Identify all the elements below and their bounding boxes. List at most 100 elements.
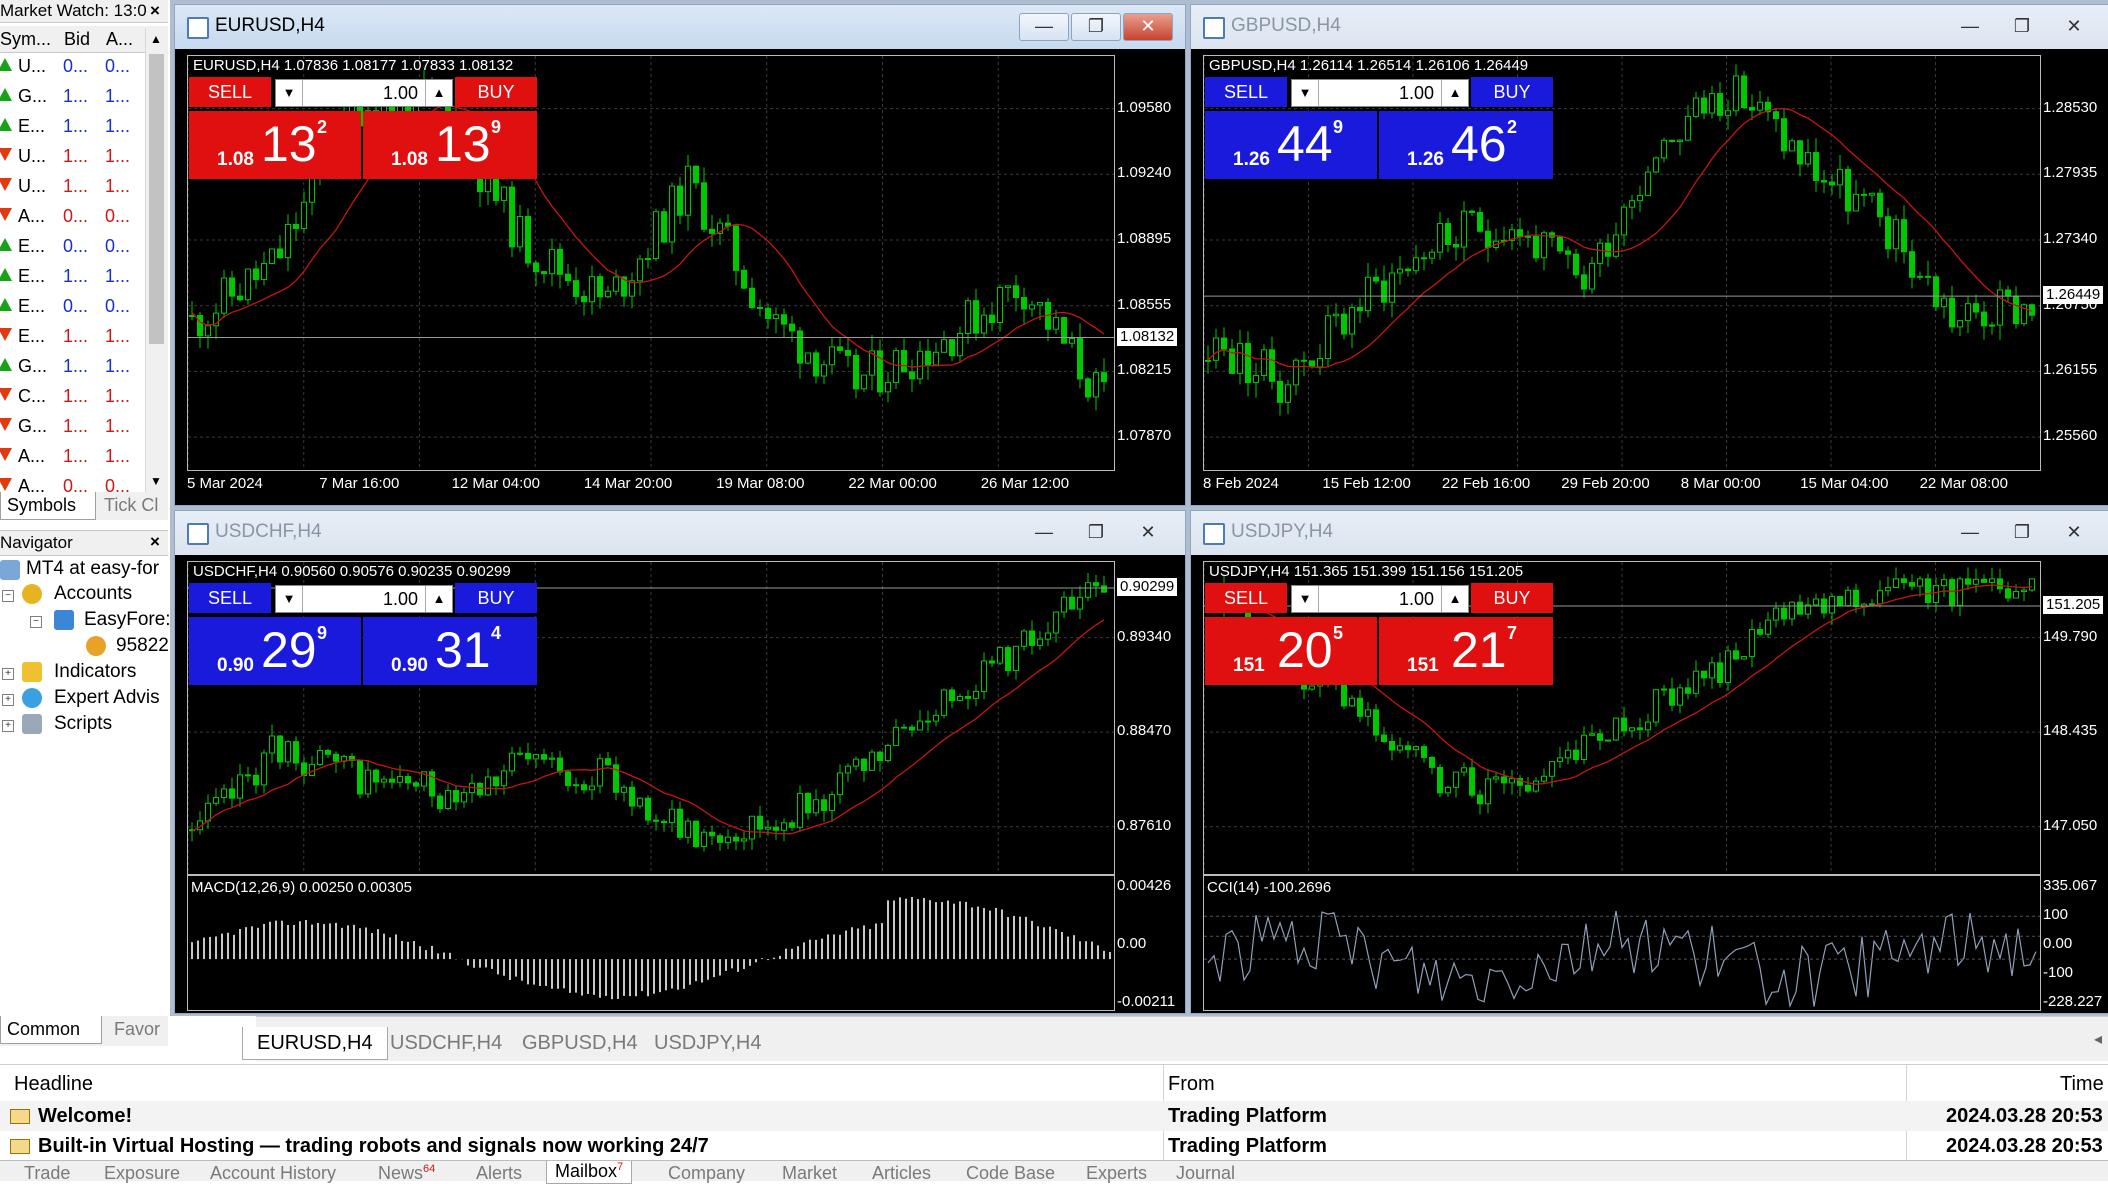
chart-tab-usdchf[interactable]: USDCHF,H4 (376, 1027, 516, 1059)
message-row[interactable]: Built-in Virtual Hosting — trading robot… (0, 1131, 2108, 1161)
tab-experts[interactable]: Experts (1086, 1163, 1147, 1184)
buy-price-button[interactable]: 1.08 13 9 (363, 111, 537, 179)
tab-common[interactable]: Common (0, 1016, 102, 1044)
tab-trade[interactable]: Trade (24, 1163, 70, 1184)
chart-titlebar[interactable]: USDCHF,H4 — ❐ ✕ (175, 511, 1185, 555)
close-icon[interactable]: ✕ (2049, 519, 2099, 547)
lot-spin-up-icon[interactable]: ▲ (1441, 80, 1468, 106)
chart-tab-usdjpy[interactable]: USDJPY,H4 (640, 1027, 775, 1059)
tab-journal[interactable]: Journal (1176, 1163, 1235, 1184)
market-watch-row[interactable]: A... 1... 1... (0, 442, 145, 472)
lot-size-input[interactable]: ▼ 1.00 ▲ (275, 585, 453, 613)
market-watch-row[interactable]: U... 1... 1... (0, 142, 145, 172)
chart-titlebar[interactable]: USDJPY,H4 — ❐ ✕ (1191, 511, 2108, 555)
buy-button[interactable]: BUY (1471, 77, 1553, 107)
market-watch-row[interactable]: E... 1... 1... (0, 112, 145, 142)
chart-window-usdjpy[interactable]: USDJPY,H4 — ❐ ✕ USDJPY,H4 151.365 151.399 15… (1190, 510, 2108, 1032)
expand-icon[interactable]: + (2, 720, 14, 732)
col-ask-header[interactable]: A... (106, 29, 133, 50)
maximize-icon[interactable]: ❐ (1997, 13, 2047, 41)
sell-price-button[interactable]: 1.08 13 2 (189, 111, 361, 179)
market-watch-row[interactable]: A... 0... 0... (0, 202, 145, 232)
market-watch-row[interactable]: G... 1... 1... (0, 352, 145, 382)
market-watch-row[interactable]: E... 0... 0... (0, 232, 145, 262)
col-symbol-header[interactable]: Sym... (0, 29, 51, 50)
market-watch-row[interactable]: E... 1... 1... (0, 322, 145, 352)
minimize-icon[interactable]: — (1019, 519, 1069, 547)
chart-window-usdchf[interactable]: USDCHF,H4 — ❐ ✕ USDCHF,H4 0.90560 0.90576 0.… (174, 510, 1186, 1032)
market-watch-close-icon[interactable]: × (150, 0, 160, 22)
collapse-icon[interactable]: − (2, 590, 14, 602)
market-watch-row[interactable]: E... 1... 1... (0, 262, 145, 292)
market-watch-scrollbar[interactable]: ▲ ▼ (145, 28, 168, 492)
tab-market[interactable]: Market (782, 1163, 837, 1184)
maximize-icon[interactable]: ❐ (1071, 519, 1121, 547)
minimize-icon[interactable]: — (1945, 519, 1995, 547)
sell-price-button[interactable]: 0.90 29 9 (189, 617, 361, 685)
market-watch-row[interactable]: U... 0... 0... (0, 52, 145, 82)
close-icon[interactable]: ✕ (1123, 13, 1173, 41)
tab-symbols[interactable]: Symbols (0, 492, 96, 520)
tab-account-history[interactable]: Account History (210, 1163, 336, 1184)
chart-window-gbpusd[interactable]: GBPUSD,H4 — ❐ ✕ GBPUSD,H4 1.26114 1.26514 1.… (1190, 4, 2108, 506)
maximize-icon[interactable]: ❐ (1071, 13, 1121, 41)
maximize-icon[interactable]: ❐ (1997, 519, 2047, 547)
chart-window-eurusd[interactable]: EURUSD,H4 — ❐ ✕ EURUSD,H4 1.07836 1.08177 1.… (174, 4, 1186, 506)
scroll-thumb[interactable] (149, 54, 164, 344)
tree-expert-advisors[interactable]: Expert Advis (54, 687, 160, 709)
tree-root[interactable]: MT4 at easy-for (26, 558, 159, 580)
buy-price-button[interactable]: 0.90 31 4 (363, 617, 537, 685)
tab-favorites[interactable]: Favor (108, 1016, 174, 1043)
col-bid-header[interactable]: Bid (64, 29, 90, 50)
tree-indicators[interactable]: Indicators (54, 661, 136, 683)
tab-news[interactable]: News64 (378, 1163, 435, 1184)
sell-button[interactable]: SELL (189, 583, 271, 613)
col-headline-header[interactable]: Headline (14, 1073, 93, 1096)
tab-tick-chart[interactable]: Tick Cl (98, 492, 170, 519)
lot-spin-up-icon[interactable]: ▲ (425, 80, 452, 106)
scroll-up-icon[interactable]: ▲ (150, 32, 162, 46)
market-watch-row[interactable]: G... 1... 1... (0, 412, 145, 442)
tab-alerts[interactable]: Alerts (476, 1163, 522, 1184)
minimize-icon[interactable]: — (1945, 13, 1995, 41)
col-from-header[interactable]: From (1168, 1073, 1215, 1096)
lot-dropdown-icon[interactable]: ▼ (276, 586, 303, 612)
minimize-icon[interactable]: — (1019, 13, 1069, 41)
tab-company[interactable]: Company (668, 1163, 745, 1184)
buy-button[interactable]: BUY (455, 77, 537, 107)
lot-size-input[interactable]: ▼ 1.00 ▲ (275, 79, 453, 107)
market-watch-row[interactable]: U... 1... 1... (0, 172, 145, 202)
tabs-scroll-left-icon[interactable]: ◂ (2094, 1029, 2102, 1049)
close-icon[interactable]: ✕ (1123, 519, 1173, 547)
lot-size-input[interactable]: ▼ 1.00 ▲ (1291, 585, 1469, 613)
sell-button[interactable]: SELL (189, 77, 271, 107)
chart-tab-eurusd[interactable]: EURUSD,H4 (242, 1027, 388, 1060)
lot-spin-up-icon[interactable]: ▲ (425, 586, 452, 612)
tree-scripts[interactable]: Scripts (54, 713, 112, 735)
chart-titlebar[interactable]: EURUSD,H4 — ❐ ✕ (175, 5, 1185, 49)
expand-icon[interactable]: + (2, 668, 14, 680)
lot-dropdown-icon[interactable]: ▼ (276, 80, 303, 106)
chart-titlebar[interactable]: GBPUSD,H4 — ❐ ✕ (1191, 5, 2108, 49)
buy-price-button[interactable]: 151 21 7 (1379, 617, 1553, 685)
tree-accounts[interactable]: Accounts (54, 583, 132, 605)
market-watch-row[interactable]: E... 0... 0... (0, 292, 145, 322)
sell-price-button[interactable]: 1.26 44 9 (1205, 111, 1377, 179)
tab-articles[interactable]: Articles (872, 1163, 931, 1184)
lot-spin-up-icon[interactable]: ▲ (1441, 586, 1468, 612)
market-watch-row[interactable]: G... 1... 1... (0, 82, 145, 112)
lot-size-input[interactable]: ▼ 1.00 ▲ (1291, 79, 1469, 107)
collapse-icon[interactable]: − (30, 616, 42, 628)
tab-exposure[interactable]: Exposure (104, 1163, 180, 1184)
sell-button[interactable]: SELL (1205, 583, 1287, 613)
buy-button[interactable]: BUY (1471, 583, 1553, 613)
lot-dropdown-icon[interactable]: ▼ (1292, 586, 1319, 612)
tab-mailbox[interactable]: Mailbox7 (546, 1161, 633, 1184)
tree-broker[interactable]: EasyFore: (84, 609, 171, 631)
tree-account-number[interactable]: 95822 (116, 635, 169, 657)
buy-button[interactable]: BUY (455, 583, 537, 613)
close-icon[interactable]: ✕ (2049, 13, 2099, 41)
market-watch-row[interactable]: C... 1... 1... (0, 382, 145, 412)
navigator-close-icon[interactable]: × (150, 532, 160, 552)
chart-tab-gbpusd[interactable]: GBPUSD,H4 (508, 1027, 652, 1059)
